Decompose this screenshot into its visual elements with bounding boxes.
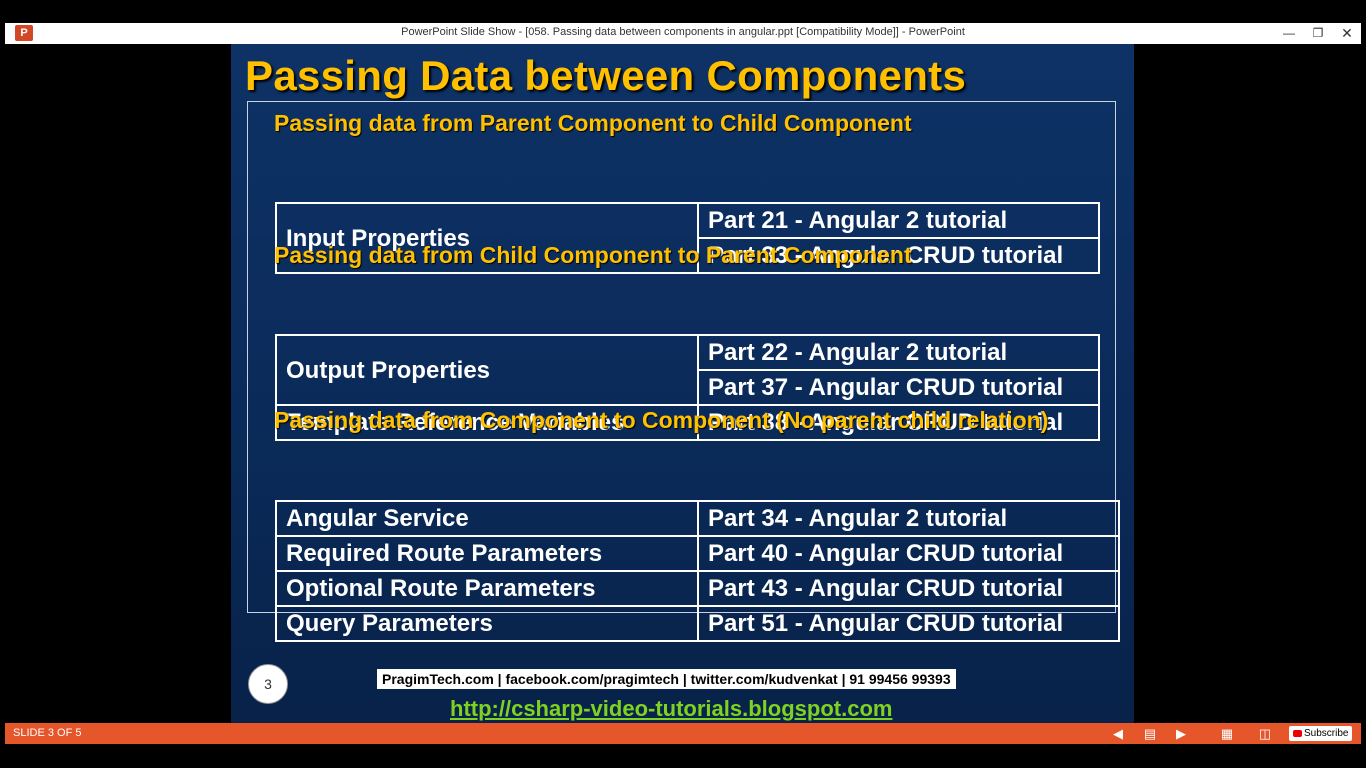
footer-contact: PragimTech.com | facebook.com/pragimtech…: [377, 669, 956, 689]
footer-url-link[interactable]: http://csharp-video-tutorials.blogspot.c…: [450, 696, 892, 722]
window-title: PowerPoint Slide Show - [058. Passing da…: [401, 26, 965, 38]
slide-number-badge: 3: [248, 664, 288, 704]
table-cell-reference: Part 34 - Angular 2 tutorial: [697, 500, 1120, 537]
subscribe-label: Subscribe: [1304, 728, 1349, 739]
content-box: Passing data from Parent Component to Ch…: [247, 101, 1120, 642]
previous-icon[interactable]: ◀: [1109, 725, 1127, 742]
table-cell-technique: Required Route Parameters: [275, 535, 699, 572]
slide-canvas[interactable]: Passing Data between Components Passing …: [231, 44, 1134, 723]
section-heading-child-to-parent: Passing data from Child Component to Par…: [274, 242, 912, 268]
table-cell-reference: Part 37 - Angular CRUD tutorial: [697, 369, 1100, 406]
table-cell-technique: Output Properties: [275, 334, 699, 406]
table-cell-reference: Part 22 - Angular 2 tutorial: [697, 334, 1100, 371]
section-heading-parent-to-child: Passing data from Parent Component to Ch…: [274, 110, 912, 136]
table-cell-reference: Part 43 - Angular CRUD tutorial: [697, 570, 1120, 607]
table-cell-reference: Part 40 - Angular CRUD tutorial: [697, 535, 1120, 572]
next-icon[interactable]: ▶: [1172, 725, 1190, 742]
slide-title: Passing Data between Components: [245, 52, 967, 99]
notes-icon[interactable]: ▤: [1141, 725, 1159, 742]
table-cell-technique: Angular Service: [275, 500, 699, 537]
table-cell-technique: Optional Route Parameters: [275, 570, 699, 607]
subscribe-button[interactable]: Subscribe: [1289, 726, 1353, 741]
status-bar: SLIDE 3 OF 5 ◀ ▤ ▶ ▦ ◫ Subscribe: [5, 723, 1361, 744]
table-cell-reference: Part 51 - Angular CRUD tutorial: [697, 605, 1120, 642]
table-cell-reference: Part 21 - Angular 2 tutorial: [697, 202, 1100, 239]
window-titlebar: P PowerPoint Slide Show - [058. Passing …: [5, 23, 1361, 44]
slide-sorter-icon[interactable]: ◫: [1256, 725, 1274, 742]
reading-view-icon[interactable]: ▦: [1218, 725, 1236, 742]
section-heading-component-to-component: Passing data from Component to Component…: [274, 407, 1049, 433]
minimize-button[interactable]: —: [1277, 23, 1301, 44]
close-button[interactable]: ✕: [1335, 23, 1359, 44]
slide-counter: SLIDE 3 OF 5: [13, 727, 82, 739]
restore-button[interactable]: ❐: [1306, 23, 1330, 44]
table-component-to-component: Angular Service Part 34 - Angular 2 tuto…: [275, 500, 1120, 642]
table-cell-technique: Query Parameters: [275, 605, 699, 642]
youtube-icon: [1293, 729, 1302, 737]
